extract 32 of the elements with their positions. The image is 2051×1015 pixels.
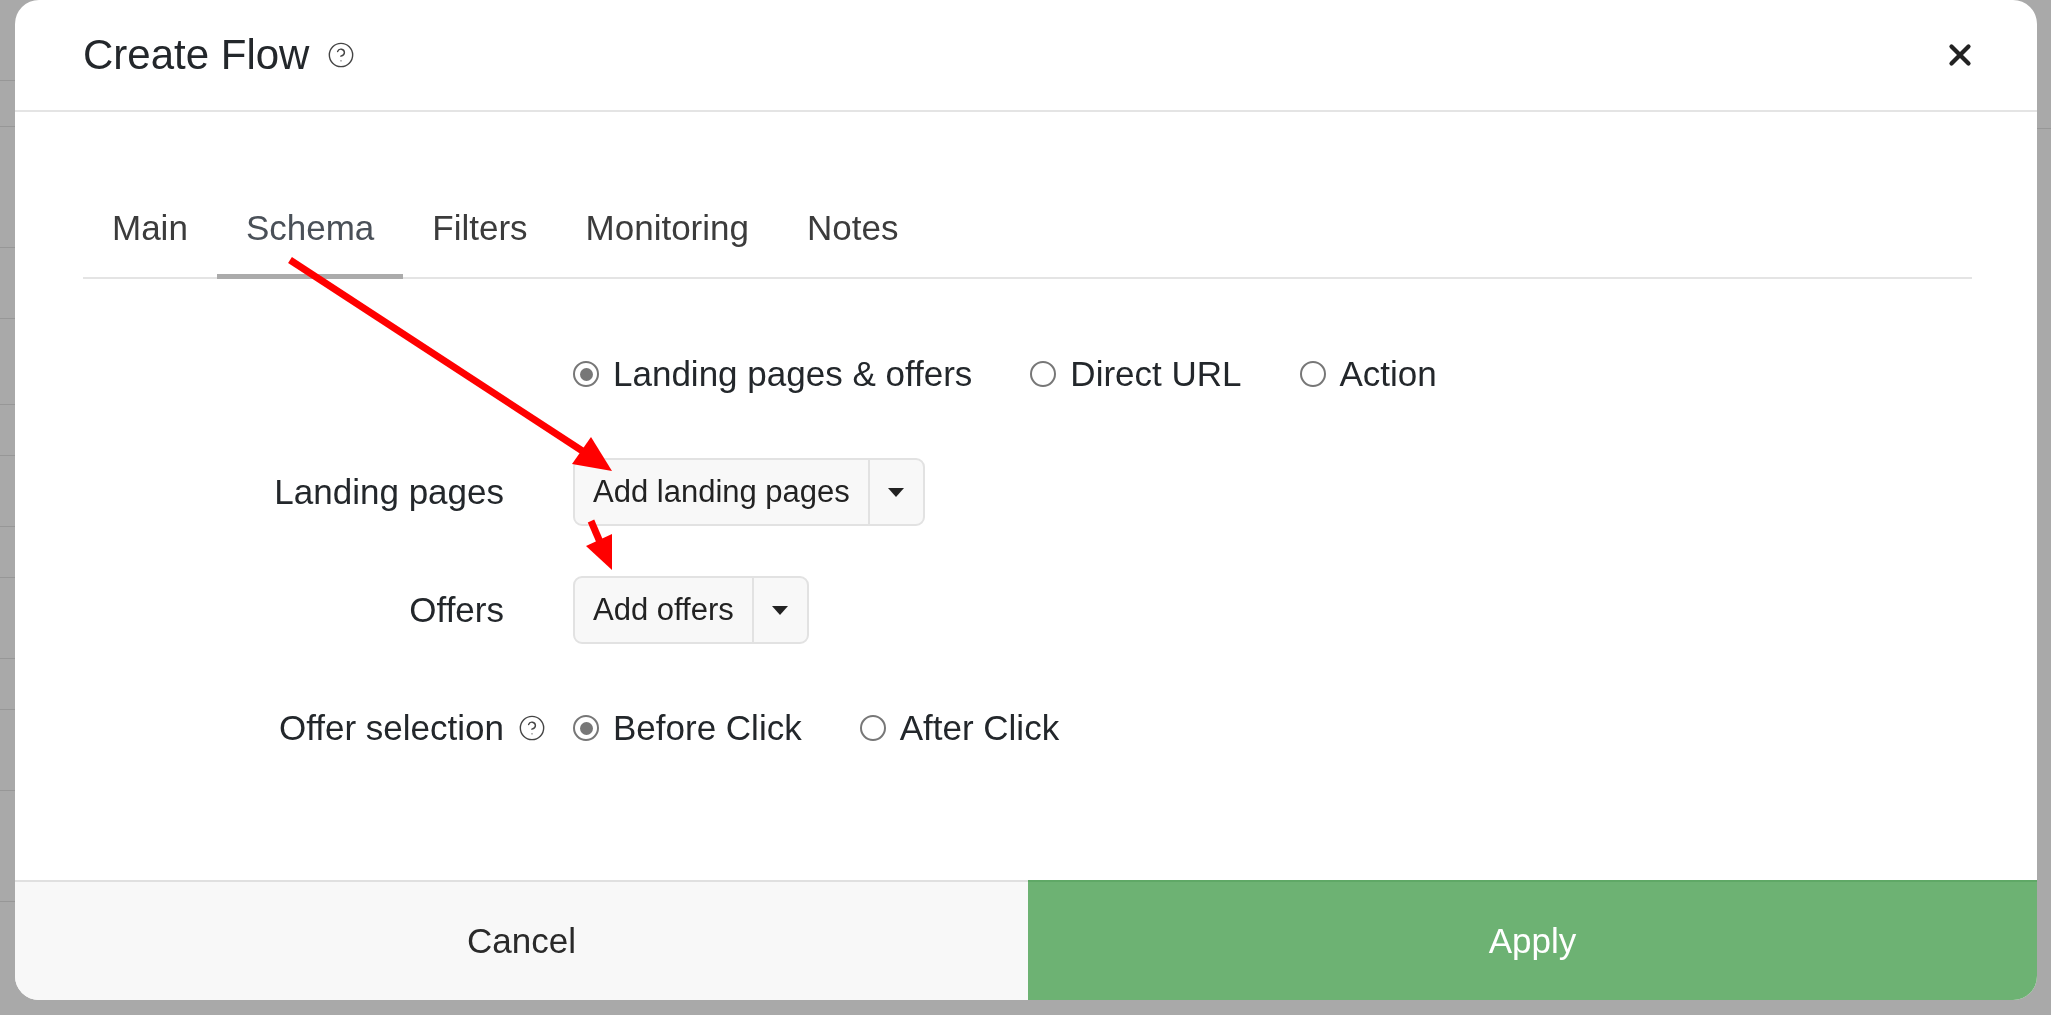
field-label: Landing pages <box>274 472 504 512</box>
radio-button[interactable] <box>1299 361 1326 387</box>
dropdown-button[interactable]: Add landing pages <box>573 458 925 526</box>
radio-option[interactable]: After Click <box>859 708 1060 748</box>
tab[interactable]: Notes <box>778 178 928 279</box>
radio-button[interactable] <box>573 361 599 387</box>
radio-option[interactable]: Direct URL <box>1030 354 1242 394</box>
radio-button[interactable] <box>573 715 599 741</box>
field-label: Offer selection <box>278 708 504 748</box>
field-label: Offers <box>409 590 504 630</box>
help-icon[interactable] <box>327 41 356 69</box>
radio-button[interactable] <box>1030 361 1057 387</box>
add-button[interactable]: Add offers <box>575 578 752 642</box>
annotation-arrow <box>586 519 612 570</box>
add-button[interactable]: Add landing pages <box>575 460 868 524</box>
caret-icon <box>772 605 789 615</box>
tab[interactable]: Main <box>83 178 217 279</box>
tab[interactable]: Monitoring <box>556 178 778 279</box>
radio-option[interactable]: Action <box>1299 354 1437 394</box>
dropdown-button[interactable]: Add offers <box>573 576 809 644</box>
radio-button[interactable] <box>859 715 886 741</box>
radio-label: Action <box>1339 354 1437 394</box>
radio-label: Direct URL <box>1070 354 1242 394</box>
help-icon[interactable] <box>518 714 546 742</box>
dialog-title: Create Flow <box>83 31 310 79</box>
radio-label: Before Click <box>613 708 802 748</box>
radio-option[interactable]: Before Click <box>573 708 802 748</box>
tab[interactable]: Filters <box>403 178 557 279</box>
tab[interactable]: Schema <box>216 178 404 279</box>
cancel-button[interactable]: Cancel <box>15 880 1028 1000</box>
radio-label: After Click <box>899 708 1060 748</box>
caret-icon <box>888 487 905 497</box>
